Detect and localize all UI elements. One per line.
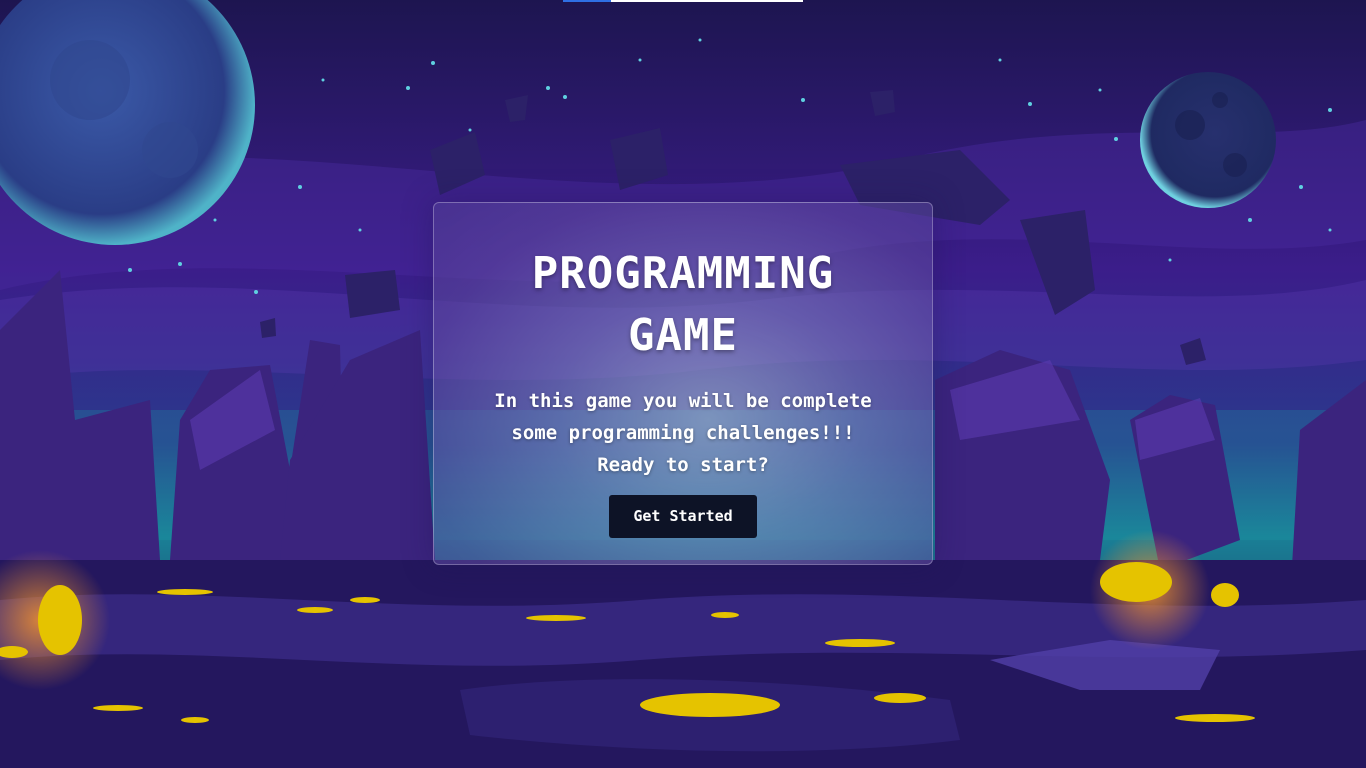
description-line2: some programming challenges!!!: [511, 422, 855, 444]
game-title-line2: GAME: [628, 310, 738, 361]
game-title: PROGRAMMING GAME: [434, 243, 932, 367]
get-started-button[interactable]: Get Started: [609, 495, 757, 538]
description-line1: In this game you will be complete: [494, 390, 872, 412]
game-title-line1: PROGRAMMING: [531, 248, 835, 299]
description-line3: Ready to start?: [597, 454, 769, 476]
loading-progress-bar: [563, 0, 803, 2]
loading-progress-fill: [563, 0, 611, 2]
intro-card: PROGRAMMING GAME In this game you will b…: [433, 202, 933, 565]
game-description: In this game you will be complete some p…: [463, 385, 903, 481]
